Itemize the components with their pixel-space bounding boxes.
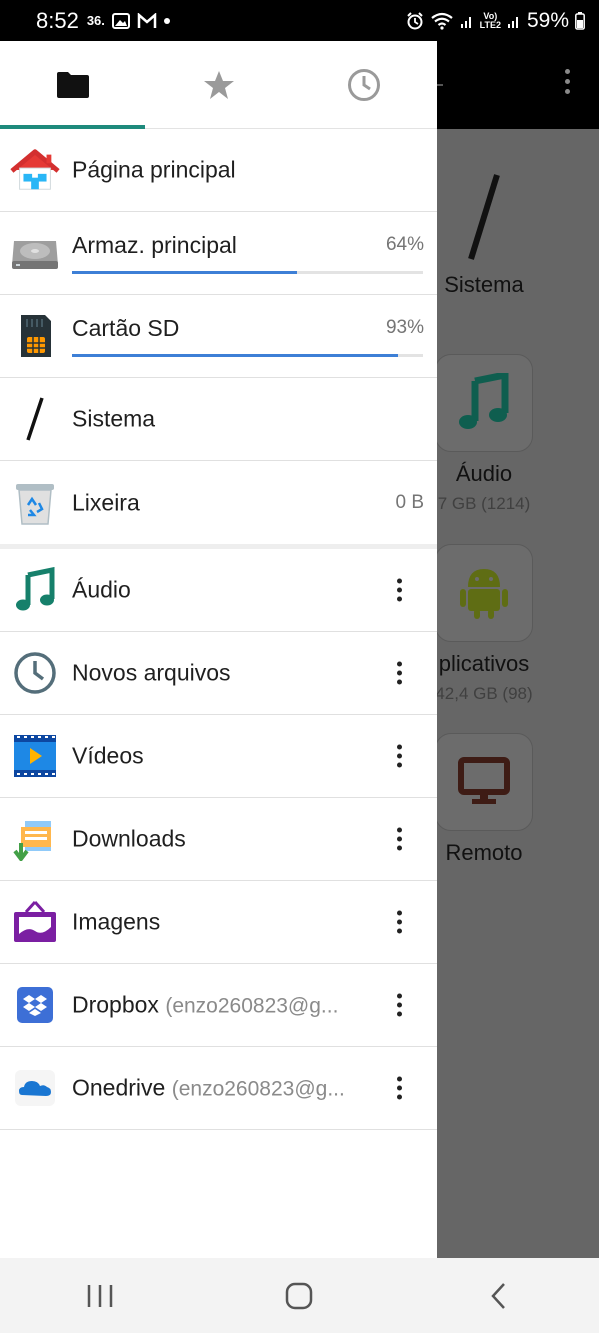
root-slash-large-icon[interactable] (463, 173, 503, 268)
drawer-item-label: Lixeira (72, 489, 140, 515)
drawer-item-label: Imagens (72, 908, 161, 935)
signal-icon-2 (507, 16, 518, 28)
more-options-icon[interactable] (395, 910, 403, 934)
image-icon (10, 897, 60, 947)
root-slash-icon (10, 394, 60, 444)
wifi-icon (430, 12, 453, 30)
status-bar: 8:52 36. Vo) LTE2 59% (0, 0, 599, 41)
drawer-item-home[interactable]: Página principal (0, 129, 437, 212)
storage-progress-bar (72, 271, 423, 274)
drawer-item-label: Onedrive (72, 1074, 166, 1101)
sd-card-progress-bar (72, 354, 423, 357)
video-icon (10, 731, 60, 781)
tab-folders[interactable] (0, 41, 146, 128)
sd-card-progress-fill (72, 354, 399, 357)
recent-apps-button[interactable] (70, 1266, 130, 1326)
battery-percent: 59% (526, 8, 569, 32)
more-options-icon[interactable] (395, 993, 403, 1017)
drawer-item-dropbox[interactable]: Dropbox (enzo260823@g... (0, 964, 437, 1047)
remote-shortcut-tile[interactable] (435, 733, 533, 831)
account-email: (enzo260823@g... (165, 994, 339, 1018)
home-circle-icon (286, 1282, 313, 1309)
background-tab-dash (437, 84, 443, 86)
more-options-icon[interactable] (395, 1076, 403, 1100)
drawer-item-system[interactable]: Sistema (0, 378, 437, 461)
tab-favorites[interactable] (146, 41, 292, 128)
alarm-icon (406, 11, 423, 29)
drawer-item-new-files[interactable]: Novos arquivos (0, 632, 437, 715)
home-button[interactable] (269, 1266, 329, 1326)
music-note-icon (10, 565, 60, 615)
apps-shortcut-tile[interactable] (435, 544, 533, 642)
home-icon (10, 145, 60, 195)
drawer-item-label: Downloads (72, 825, 186, 852)
signal-icon-1 (460, 16, 471, 28)
gmail-notification-icon (137, 12, 157, 28)
back-button[interactable] (469, 1266, 529, 1326)
drawer-item-label: Áudio (72, 576, 131, 603)
trash-size: 0 B (395, 491, 424, 513)
gallery-notification-icon (111, 12, 130, 29)
audio-shortcut-tile[interactable] (435, 354, 533, 452)
downloads-icon (10, 814, 60, 864)
network-speed-text: 36. (86, 13, 105, 28)
android-icon (460, 569, 508, 619)
status-time: 8:52 (36, 7, 79, 33)
drawer-item-audio[interactable]: Áudio (0, 549, 437, 632)
clock-icon (348, 68, 381, 101)
more-notifications-dot (163, 17, 170, 24)
onedrive-icon (10, 1063, 60, 1113)
overflow-menu-icon[interactable] (565, 69, 571, 99)
storage-percent: 64% (385, 234, 424, 255)
battery-icon (575, 11, 585, 30)
account-email: (enzo260823@g... (171, 1077, 345, 1101)
storage-progress-fill (72, 271, 297, 274)
sd-card-icon (10, 311, 60, 361)
drawer-item-label: Armaz. principal (72, 232, 237, 258)
drawer-tabs (0, 41, 437, 129)
tab-recent[interactable] (291, 41, 437, 128)
hard-drive-icon (10, 228, 60, 278)
volte-lte-label: Vo) LTE2 (479, 10, 501, 30)
drawer-item-images[interactable]: Imagens (0, 881, 437, 964)
drawer-item-label: Cartão SD (72, 315, 180, 341)
drawer-item-label: Novos arquivos (72, 659, 231, 686)
more-options-icon[interactable] (395, 578, 403, 602)
drawer-item-onedrive[interactable]: Onedrive (enzo260823@g... (0, 1047, 437, 1130)
music-note-icon (459, 373, 509, 429)
trash-icon (10, 478, 60, 528)
folder-icon (56, 71, 89, 98)
drawer-item-trash[interactable]: Lixeira 0 B (0, 461, 437, 544)
drawer-item-label: Sistema (72, 405, 156, 432)
drawer-item-downloads[interactable]: Downloads (0, 798, 437, 881)
drawer-item-sd-card[interactable]: Cartão SD 93% (0, 295, 437, 378)
system-navigation-bar (0, 1258, 599, 1333)
drawer-item-label: Página principal (72, 156, 236, 183)
drawer-item-videos[interactable]: Vídeos (0, 715, 437, 798)
back-chevron-icon (491, 1282, 506, 1309)
monitor-icon (458, 757, 510, 804)
clock-icon (10, 648, 60, 698)
more-options-icon[interactable] (395, 827, 403, 851)
navigation-drawer: Página principal Armaz. principal 64% Ca… (0, 41, 437, 1258)
drawer-item-internal-storage[interactable]: Armaz. principal 64% (0, 212, 437, 295)
drawer-item-label: Dropbox (72, 991, 159, 1018)
star-icon (203, 70, 234, 99)
dropbox-icon (10, 980, 60, 1030)
sd-card-percent: 93% (385, 317, 424, 338)
recent-apps-icon (87, 1284, 113, 1307)
more-options-icon[interactable] (395, 661, 403, 685)
more-options-icon[interactable] (395, 744, 403, 768)
drawer-item-label: Vídeos (72, 742, 144, 769)
